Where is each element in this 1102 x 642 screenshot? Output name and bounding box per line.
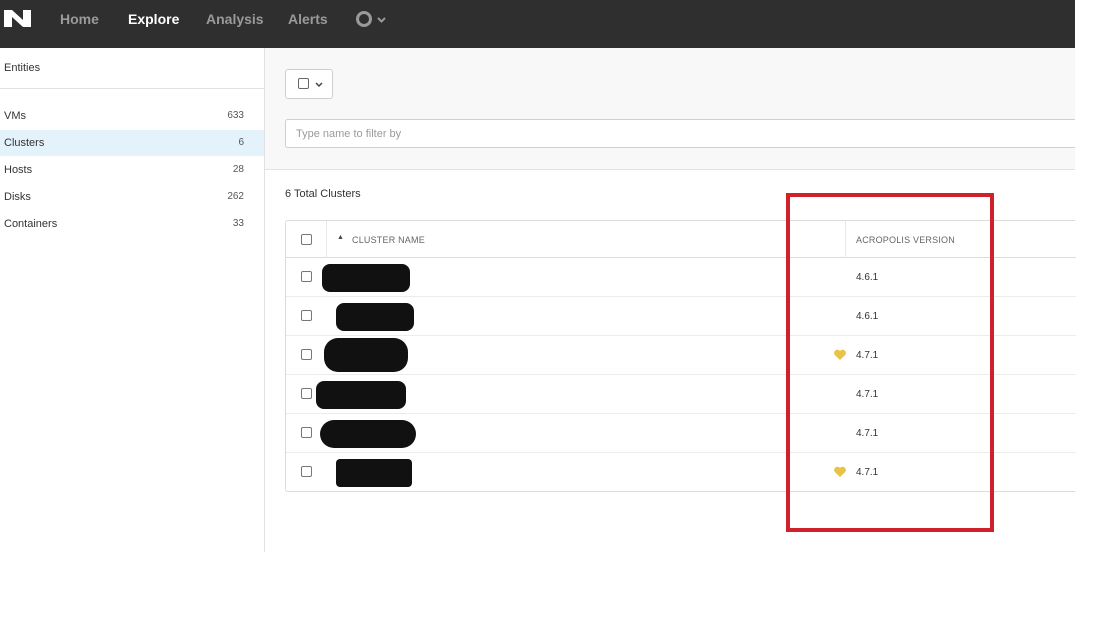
- nav-explore[interactable]: Explore: [128, 11, 179, 27]
- column-separator: [326, 221, 327, 258]
- checkbox-icon: [298, 78, 309, 89]
- row-checkbox[interactable]: [301, 427, 312, 438]
- sidebar-divider: [0, 88, 264, 89]
- select-all-checkbox[interactable]: [301, 234, 312, 245]
- nav-alerts[interactable]: Alerts: [288, 11, 328, 27]
- sidebar-item-count: 6: [238, 137, 244, 148]
- sidebar-item-label: Containers: [4, 218, 58, 230]
- sidebar-item-label: Disks: [4, 191, 31, 203]
- redacted-cluster-name: [336, 459, 412, 487]
- sidebar-item-clusters[interactable]: Clusters 6: [0, 130, 264, 156]
- name-filter-input[interactable]: [285, 119, 1075, 148]
- filter-toolbar: [265, 48, 1075, 170]
- sidebar-item-count: 28: [232, 164, 244, 175]
- sidebar-heading: Entities: [4, 62, 41, 74]
- entities-sidebar: Entities VMs 633 Clusters 6 Hosts 28 Dis…: [0, 48, 265, 552]
- row-checkbox[interactable]: [301, 388, 312, 399]
- row-checkbox[interactable]: [301, 310, 312, 321]
- redacted-cluster-name: [320, 420, 416, 448]
- sidebar-item-count: 262: [227, 191, 244, 202]
- sidebar-item-count: 33: [232, 218, 244, 229]
- redacted-cluster-name: [324, 338, 408, 372]
- row-checkbox[interactable]: [301, 466, 312, 477]
- sidebar-item-label: VMs: [4, 110, 26, 122]
- chevron-down-icon[interactable]: [377, 14, 386, 28]
- nav-home[interactable]: Home: [60, 11, 99, 27]
- nutanix-logo-icon[interactable]: [4, 10, 31, 27]
- row-checkbox[interactable]: [301, 349, 312, 360]
- annotation-highlight-box: [786, 193, 994, 532]
- total-clusters-label: 6 Total Clusters: [285, 188, 361, 200]
- redacted-cluster-name: [336, 303, 414, 331]
- sidebar-item-hosts[interactable]: Hosts 28: [0, 157, 264, 183]
- bulk-select-button[interactable]: [285, 69, 333, 99]
- redacted-cluster-name: [316, 381, 406, 409]
- chevron-down-icon: [315, 82, 323, 88]
- circle-status-icon[interactable]: [356, 11, 372, 27]
- sidebar-item-disks[interactable]: Disks 262: [0, 184, 264, 210]
- sidebar-item-label: Clusters: [4, 137, 45, 149]
- sidebar-item-count: 633: [227, 110, 244, 121]
- redacted-cluster-name: [322, 264, 410, 292]
- sidebar-item-containers[interactable]: Containers 33: [0, 211, 264, 237]
- column-header-cluster-name[interactable]: CLUSTER NAME: [352, 235, 425, 245]
- row-checkbox[interactable]: [301, 271, 312, 282]
- sidebar-item-label: Hosts: [4, 164, 33, 176]
- sidebar-item-vms[interactable]: VMs 633: [0, 103, 264, 129]
- nav-analysis[interactable]: Analysis: [206, 11, 264, 27]
- top-navigation-bar: Home Explore Analysis Alerts: [0, 0, 1075, 48]
- sort-ascending-icon[interactable]: ▲: [337, 234, 344, 241]
